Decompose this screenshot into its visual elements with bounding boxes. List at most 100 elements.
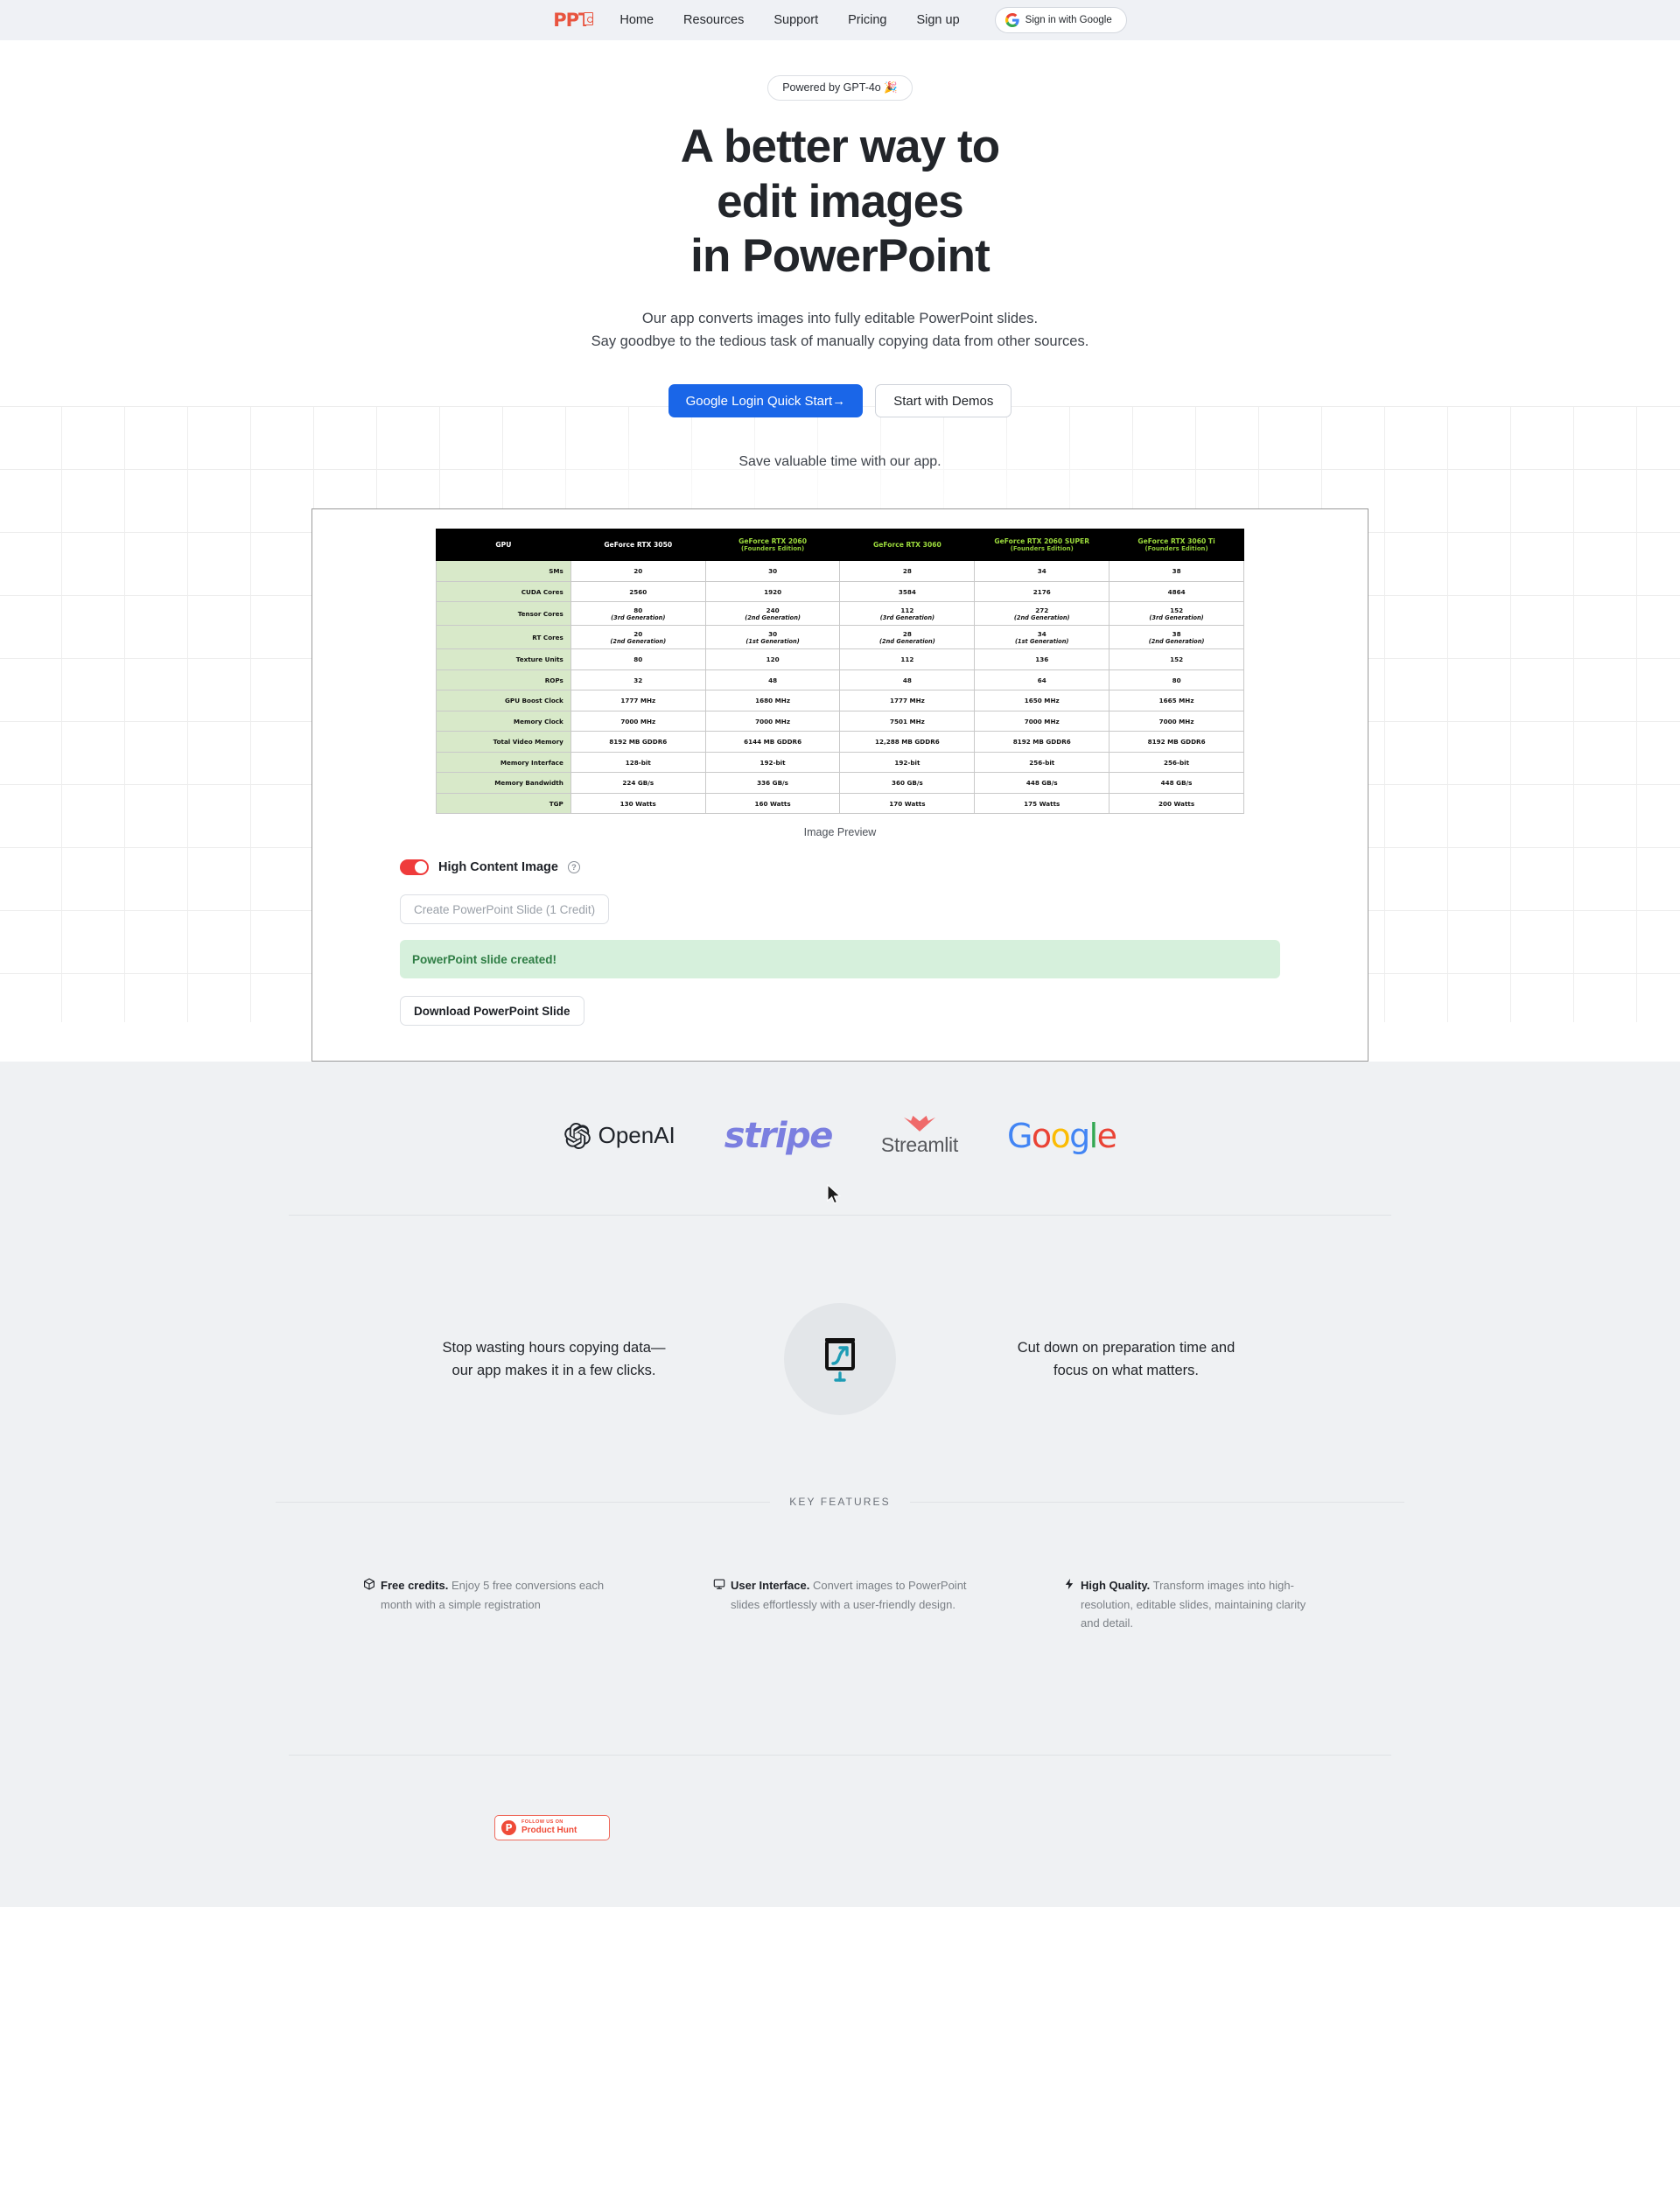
help-icon[interactable]: ? xyxy=(567,861,580,874)
create-powerpoint-slide-button[interactable]: Create PowerPoint Slide (1 Credit) xyxy=(400,894,610,925)
table-row: Total Video Memory 8192 MB GDDR6 6144 MB G… xyxy=(436,731,1244,753)
table-row: GPU Boost Clock 1777 MHz 1680 MHz 1777 MHz 1… xyxy=(436,690,1244,711)
nav-link-resources[interactable]: Resources xyxy=(683,13,744,27)
ppt-logo[interactable]: PPT xyxy=(553,11,594,30)
product-hunt-badge[interactable]: P FOLLOW US ON Product Hunt xyxy=(494,1814,610,1840)
table-cell: 112 (3rd Generation) xyxy=(839,601,976,627)
nav-link-home[interactable]: Home xyxy=(620,13,654,27)
page-title: A better way to edit images in PowerPoin… xyxy=(0,120,1680,284)
table-row: ROPs 32 48 48 64 80 xyxy=(436,669,1244,691)
table-row: Memory Bandwidth 224 GB/s 336 GB/s 360 GB/s… xyxy=(436,772,1244,794)
cube-icon xyxy=(364,1578,374,1590)
subtitle-line-1: Our app converts images into fully edita… xyxy=(641,310,1039,326)
table-row: SMs 20 30 28 34 38 xyxy=(436,560,1244,582)
status-message: PowerPoint slide created! xyxy=(412,952,557,966)
value-prop-left: Stop wasting hours copying data— our app… xyxy=(366,1336,742,1383)
table-cell: 7000 MHz xyxy=(570,710,706,733)
presentation-board-icon xyxy=(825,1338,855,1383)
table-cell: 336 GB/s xyxy=(704,772,841,794)
feature-high-quality: High Quality. Transform images into high… xyxy=(1063,1576,1317,1632)
table-cell: 80 (3rd Generation) xyxy=(570,601,706,627)
google-letter-g1: G xyxy=(1006,1116,1032,1155)
table-col-header-sub-5: (Founders Edition) xyxy=(1144,545,1208,553)
brand-openai: OpenAI xyxy=(564,1122,676,1149)
table-row: TGP 130 Watts 160 Watts 170 Watts 175 Watts 2… xyxy=(436,792,1244,815)
google-letter-o1: o xyxy=(1031,1116,1052,1155)
table-cell: 7501 MHz xyxy=(839,710,976,733)
table-cell: 240 (2nd Generation) xyxy=(704,601,841,627)
table-cell: 64 xyxy=(974,669,1110,691)
key-features-label: KEY FEATURES xyxy=(789,1496,891,1509)
title-line-3: in PowerPoint xyxy=(690,230,990,283)
table-cell: 192-bit xyxy=(839,751,976,774)
table-cell: 7000 MHz xyxy=(1109,710,1244,733)
google-letter-l: l xyxy=(1088,1116,1099,1155)
table-cell-sub: (2nd Generation) xyxy=(610,637,667,645)
table-cell: 170 Watts xyxy=(839,792,976,815)
high-content-image-toggle[interactable] xyxy=(400,859,429,876)
value-prop-left-line-1: Stop wasting hours copying data— xyxy=(442,1339,666,1356)
table-row: Tensor Cores 80 (3rd Generation) 240 (2nd Ge… xyxy=(436,601,1244,627)
table-cell: 256-bit xyxy=(1109,751,1244,774)
cta-button-row: Google Login Quick Start→ Start with Dem… xyxy=(0,384,1680,418)
table-cell: 34 xyxy=(974,560,1110,582)
top-navbar: PPT Home Resources Support Pricing Sign … xyxy=(0,0,1680,40)
download-powerpoint-slide-button[interactable]: Download PowerPoint Slide xyxy=(400,996,584,1027)
toggle-label: High Content Image xyxy=(438,860,558,875)
table-col-header-2: GeForce RTX 2060 (Founders Edition) xyxy=(704,529,841,562)
table-cell: 1920 xyxy=(704,580,841,603)
image-preview-container: GPU GeForce RTX 3050 GeForce RTX 2060 (Foun… xyxy=(436,529,1244,815)
table-cell-sub: (3rd Generation) xyxy=(611,613,666,621)
table-row: Memory Interface 128-bit 192-bit 192-bit 256… xyxy=(436,751,1244,774)
table-row: Memory Clock 7000 MHz 7000 MHz 7501 MHz 7000… xyxy=(436,710,1244,733)
table-cell: 136 xyxy=(974,648,1110,670)
table-cell: 112 xyxy=(839,648,976,670)
nav-link-pricing[interactable]: Pricing xyxy=(848,13,886,27)
table-cell: 28 (2nd Generation) xyxy=(839,625,976,650)
google-letter-o2: o xyxy=(1050,1116,1070,1155)
landing-page: PPT Home Resources Support Pricing Sign … xyxy=(0,0,1680,1907)
toggle-knob xyxy=(415,861,427,874)
table-row-label: TGP xyxy=(436,792,571,815)
table-row-label: Memory Bandwidth xyxy=(436,772,571,794)
table-row: CUDA Cores 2560 1920 3584 2176 4864 xyxy=(436,580,1244,603)
table-col-header-3: GeForce RTX 3060 xyxy=(839,529,976,562)
gpu-comparison-table: GPU GeForce RTX 3050 GeForce RTX 2060 (Foun… xyxy=(436,529,1244,815)
table-row-label: Memory Interface xyxy=(436,751,571,774)
table-cell: 1650 MHz xyxy=(974,690,1110,711)
google-icon xyxy=(1004,13,1019,27)
table-cell: 48 xyxy=(839,669,976,691)
table-cell: 152 (3rd Generation) xyxy=(1109,601,1244,627)
value-prop-left-line-2: our app makes it in a few clicks. xyxy=(452,1363,656,1379)
value-prop-right: Cut down on preparation time and focus o… xyxy=(938,1336,1314,1383)
streamlit-icon xyxy=(903,1116,935,1132)
table-cell: 160 Watts xyxy=(704,792,841,815)
feature-user-interface-text: User Interface. Convert images to PowerP… xyxy=(731,1576,967,1613)
table-cell: 38 xyxy=(1109,560,1244,582)
footer-area: P FOLLOW US ON Product Hunt xyxy=(0,1632,1680,1907)
sign-in-with-google-button[interactable]: Sign in with Google xyxy=(994,7,1127,33)
nav-link-signup[interactable]: Sign up xyxy=(916,13,959,27)
nav-link-support[interactable]: Support xyxy=(774,13,818,27)
table-cell: 8192 MB GDDR6 xyxy=(974,731,1110,753)
table-cell: 224 GB/s xyxy=(570,772,706,794)
table-row-label: Tensor Cores xyxy=(436,601,571,627)
monitor-icon xyxy=(713,1579,725,1590)
start-with-demos-button[interactable]: Start with Demos xyxy=(875,384,1012,418)
table-cell: 80 xyxy=(570,648,706,670)
table-cell: 8192 MB GDDR6 xyxy=(1109,731,1244,753)
table-cell: 130 Watts xyxy=(570,792,706,815)
key-features-heading-row: KEY FEATURES xyxy=(0,1496,1680,1508)
powered-by-badge[interactable]: Powered by GPT-4o 🎉 xyxy=(767,75,913,101)
table-cell: 7000 MHz xyxy=(974,710,1110,733)
table-cell: 20 xyxy=(570,560,706,582)
table-cell: 80 xyxy=(1109,669,1244,691)
table-cell: 192-bit xyxy=(704,751,841,774)
table-cell: 360 GB/s xyxy=(839,772,976,794)
key-features-line-right xyxy=(909,1501,1404,1503)
table-cell: 448 GB/s xyxy=(1109,772,1244,794)
table-cell: 272 (2nd Generation) xyxy=(974,601,1110,627)
table-cell: 256-bit xyxy=(974,751,1110,774)
table-cell: 1680 MHz xyxy=(704,690,841,711)
google-login-quick-start-button[interactable]: Google Login Quick Start→ xyxy=(668,384,864,418)
